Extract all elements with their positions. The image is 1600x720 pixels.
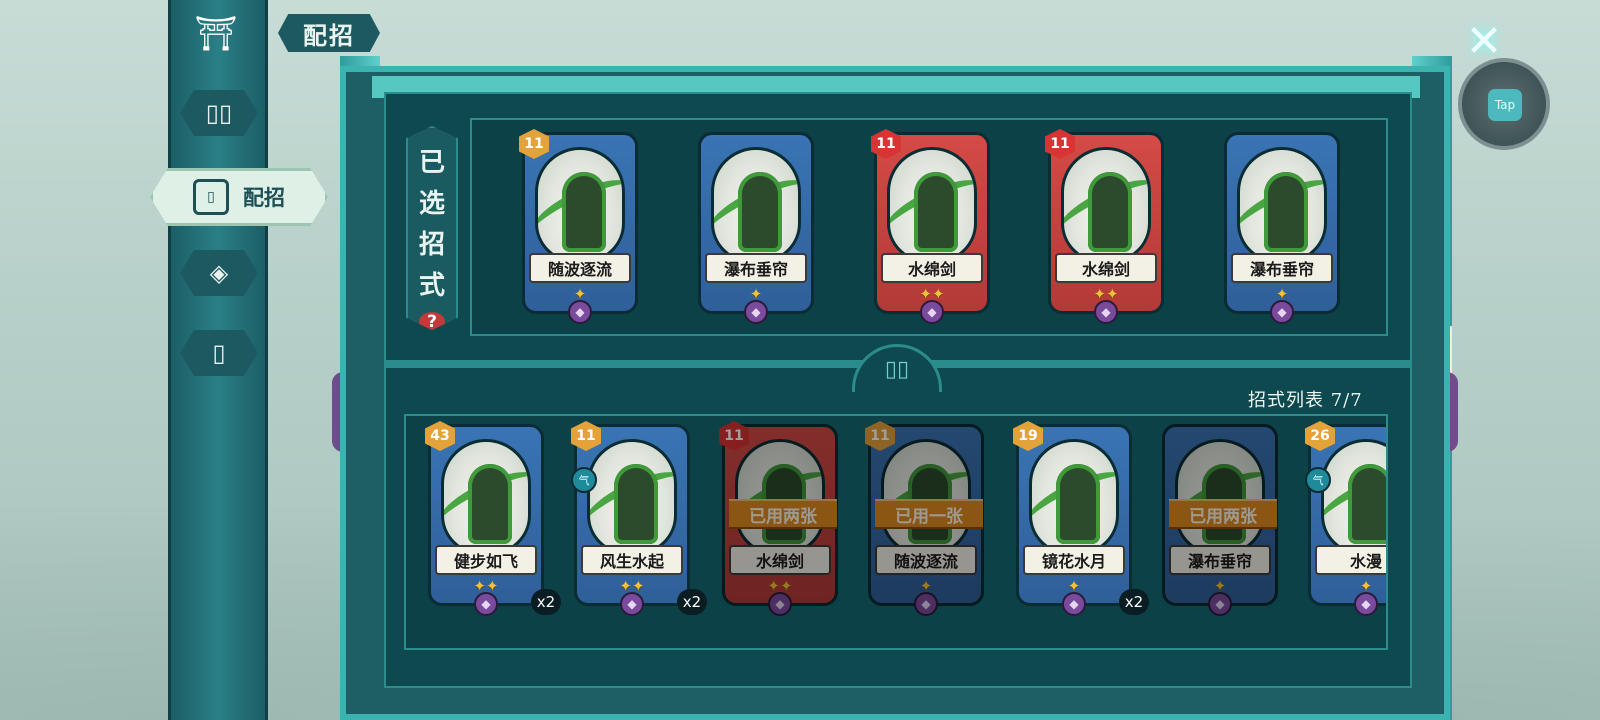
card-art [711,147,801,263]
card-name: 瀑布垂帘 [1169,545,1271,575]
type-icon: ◆ [1208,592,1232,616]
sidebar-item-cards[interactable]: ▯▯ [180,90,258,136]
figure-silhouette [914,172,958,252]
selected-label-char: 招 [418,230,445,260]
card-name: 镜花水月 [1023,545,1125,575]
skill-card[interactable]: 瀑布垂帘 ✦ ◆ [1224,132,1340,324]
used-tag: 已用两张 [1169,499,1277,529]
type-icon: ◆ [568,300,592,324]
selected-label-char: 式 [418,271,445,301]
tap-button[interactable]: Tap [1488,89,1522,121]
selected-label-char: 已 [418,148,445,178]
qi-icon: 气 [571,467,597,493]
card-count: x2 [677,589,707,615]
card-art [881,439,971,555]
sidebar-item-label: 配招 [243,185,285,210]
loadout-icon: ▯ [193,179,229,215]
type-icon: ◆ [914,592,938,616]
temple-icon[interactable]: ⛩ [190,12,242,56]
card-count: x2 [531,589,561,615]
skill-card[interactable]: 瀑布垂帘 ✦ ◆ [698,132,814,324]
card-name: 随波逐流 [875,545,977,575]
card-cost: 11 [719,421,749,451]
figure-silhouette [1088,172,1132,252]
type-icon: ◆ [620,592,644,616]
card-count: x2 [1119,589,1149,615]
card-art [441,439,531,555]
card-art [735,439,825,555]
qi-icon: 气 [1305,467,1331,493]
used-tag: 已用一张 [875,499,983,529]
skill-card[interactable]: 水绵剑 ✦✦ ◆ 11 [1045,129,1164,324]
skill-card[interactable]: 水绵剑 ✦✦ ◆ 11 已用两张 [719,421,838,616]
card-art [1029,439,1119,555]
card-icon: ▯ [212,339,226,367]
type-icon: ◆ [768,592,792,616]
card-cost: 11 [571,421,601,451]
card-name: 水漫 [1315,545,1386,575]
figure-silhouette [1264,172,1308,252]
list-title: 招式列表 7/7 [1248,390,1363,411]
skill-card[interactable]: 随波逐流 ✦ ◆ 11 已用一张 [865,421,984,616]
card-name: 水绵剑 [1055,253,1157,283]
card-name: 水绵剑 [881,253,983,283]
sidebar-item-loadout[interactable]: ▯ 配招 [150,168,328,226]
card-art [535,147,625,263]
cards-icon: ▯▯ [205,99,233,127]
emblem-icon: ◈ [209,259,229,287]
figure-silhouette [562,172,606,252]
card-art [1237,147,1327,263]
card-name: 风生水起 [581,545,683,575]
card-art [587,439,677,555]
card-name: 健步如飞 [435,545,537,575]
sidebar-item-skills[interactable]: ◈ [180,250,258,296]
card-list-area: 健步如飞 ✦✦ ◆ 43 x2 风生水起 ✦✦ ◆ 11 x2 气水绵剑 ✦✦ ◆ 11 已用两张 随波逐流 ✦… [404,414,1388,650]
type-icon: ◆ [474,592,498,616]
card-art [1321,439,1386,555]
skill-card[interactable]: 风生水起 ✦✦ ◆ 11 x2 气 [571,421,707,616]
card-name: 水绵剑 [729,545,831,575]
page-title: 配招 [278,14,380,52]
card-name: 瀑布垂帘 [705,253,807,283]
skill-card[interactable]: 镜花水月 ✦ ◆ 19 x2 [1013,421,1149,616]
card-cost: 11 [865,421,895,451]
card-name: 瀑布垂帘 [1231,253,1333,283]
card-cost: 26 [1305,421,1335,451]
selected-label-char: 选 [418,189,445,219]
card-art [1175,439,1265,555]
figure-silhouette [738,172,782,252]
star-icon: ✦ [1359,577,1373,595]
card-cost: 19 [1013,421,1043,451]
card-name: 随波逐流 [529,253,631,283]
figure-silhouette [468,464,512,544]
card-cost: 43 [425,421,455,451]
figure-silhouette [1056,464,1100,544]
type-icon: ◆ [1354,592,1378,616]
card-art [1061,147,1151,263]
selected-label: 已 选 招 式 ? [406,126,458,330]
type-icon: ◆ [1094,300,1118,324]
type-icon: ◆ [920,300,944,324]
skill-card[interactable]: 水绵剑 ✦✦ ◆ 11 [871,129,990,324]
skill-card[interactable]: 健步如飞 ✦✦ ◆ 43 x2 [425,421,561,616]
used-tag: 已用两张 [729,499,837,529]
skill-card[interactable]: 随波逐流 ✦ ◆ 11 [519,129,638,324]
sidebar-item-cardbook[interactable]: ▯ [180,330,258,376]
figure-silhouette [614,464,658,544]
skill-card[interactable]: 瀑布垂帘 ✦ ◆ 已用两张 [1162,424,1278,616]
figure-silhouette [1348,464,1386,544]
card-art [887,147,977,263]
type-icon: ◆ [1062,592,1086,616]
skill-card[interactable]: 水漫 ✦ ◆ 26 气 [1305,421,1386,616]
type-icon: ◆ [744,300,768,324]
type-icon: ◆ [1270,300,1294,324]
